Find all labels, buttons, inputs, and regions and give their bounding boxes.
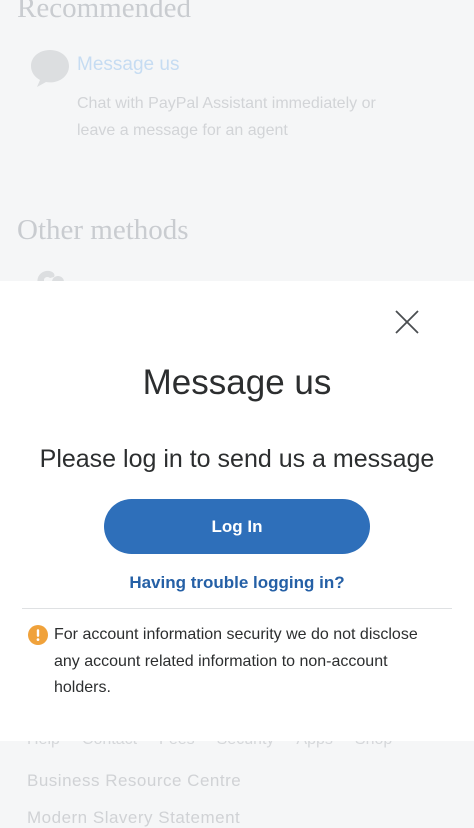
login-prompt: Please log in to send us a message [39,445,435,473]
modal-title: Message us [142,363,332,402]
message-us-modal: Message us Please log in to send us a me… [0,281,474,741]
message-us-link[interactable]: Message us [77,54,179,76]
footer-link-business-resource-centre[interactable]: Business Resource Centre [27,771,241,791]
message-us-description: Chat with PayPal Assistant immediately o… [77,95,376,139]
trouble-logging-in-link[interactable]: Having trouble logging in? [0,573,474,593]
chat-bubble-icon [31,50,69,87]
footer-link-modern-slavery-statement[interactable]: Modern Slavery Statement [27,808,240,828]
warning-icon [28,625,48,645]
security-note: For account information security we do n… [54,626,418,696]
other-methods-heading: Other methods [17,214,189,246]
divider [22,608,452,609]
close-icon[interactable] [392,307,422,337]
login-button[interactable]: Log In [104,499,370,554]
recommended-heading: Recommended [17,0,191,24]
